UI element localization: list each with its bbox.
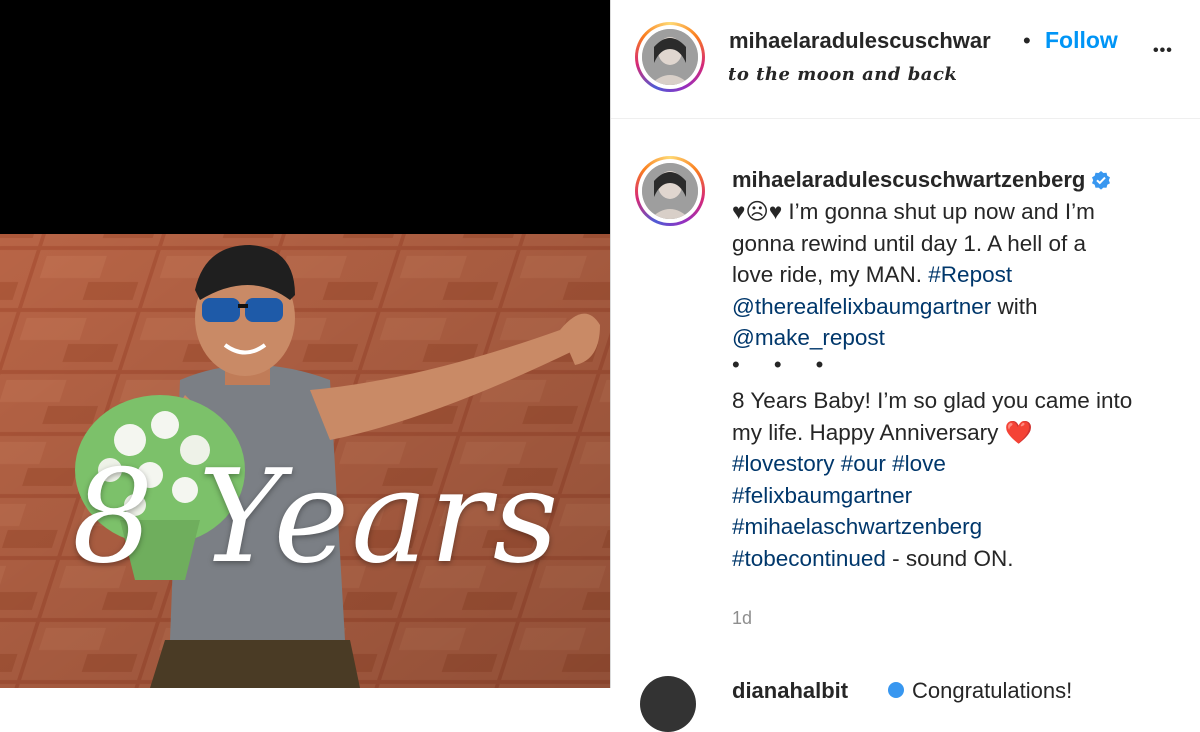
caption-avatar-photo bbox=[642, 163, 698, 219]
hashtags-lovestory-our-love[interactable]: #lovestory #our #love bbox=[732, 451, 946, 476]
caption-avatar[interactable] bbox=[635, 156, 705, 226]
caption-dots: • • • bbox=[732, 351, 838, 377]
caption-text-3: love ride, my MAN. bbox=[732, 262, 929, 287]
caption-text: ♥☹♥ I’m gonna shut up now and I’m gonna … bbox=[732, 196, 1198, 574]
hashtag-tobecontinued[interactable]: #tobecontinued bbox=[732, 546, 886, 571]
caption-username[interactable]: mihaelaradulescuschwartzenberg bbox=[732, 167, 1085, 192]
caption-line-9: #lovestory #our #love bbox=[732, 448, 1198, 480]
author-username[interactable]: mihaelaradulescuschwar bbox=[729, 28, 991, 54]
audio-subtitle[interactable]: to the moon and back bbox=[728, 64, 957, 85]
caption-line-4: @therealfelixbaumgartner with bbox=[732, 291, 1198, 323]
caption-line-7: 8 Years Baby! I’m so glad you came into bbox=[732, 385, 1198, 417]
caption-line-11: #mihaelaschwartzenberg bbox=[732, 511, 1198, 543]
separator-dot: • bbox=[1023, 28, 1031, 53]
caption-line-2: gonna rewind until day 1. A hell of a bbox=[732, 228, 1198, 260]
caption-text-12: - sound ON. bbox=[885, 545, 1014, 571]
caption-text-8: my life. Happy Anniversary bbox=[732, 419, 999, 445]
caption-line-1: ♥☹♥ I’m gonna shut up now and I’m bbox=[732, 196, 1198, 228]
post-timestamp[interactable]: 1d bbox=[732, 608, 752, 629]
mention-therealfelixbaumgartner[interactable]: @therealfelixbaumgartner bbox=[732, 294, 991, 319]
verified-badge-icon bbox=[1092, 171, 1111, 190]
commenter-verified-badge-icon bbox=[888, 682, 904, 698]
more-options-icon[interactable]: ••• bbox=[1153, 42, 1173, 60]
next-comment: dianahalbit Congratulations! bbox=[640, 676, 1200, 732]
hashtag-felixbaumgartner[interactable]: #felixbaumgartner bbox=[732, 483, 912, 508]
caption-line-8: my life. Happy Anniversary ❤️ bbox=[732, 417, 1198, 449]
commenter-username[interactable]: dianahalbit bbox=[732, 678, 848, 704]
post-overlay-text: 8 Years bbox=[72, 443, 561, 592]
caption-header: mihaelaradulescuschwartzenberg bbox=[732, 167, 1111, 193]
hashtag-mihaelaschwartzenberg[interactable]: #mihaelaschwartzenberg bbox=[732, 514, 982, 539]
hashtag-repost[interactable]: #Repost bbox=[928, 262, 1012, 287]
heart-emoji-icon: ❤️ bbox=[1004, 419, 1033, 445]
caption-line-12: #tobecontinued - sound ON. bbox=[732, 543, 1198, 575]
caption-line-3: love ride, my MAN. #Repost bbox=[732, 259, 1198, 291]
comment-text: Congratulations! bbox=[912, 678, 1073, 703]
caption-text-2: gonna rewind until day 1. A hell of a bbox=[732, 230, 1087, 256]
post-header: mihaelaradulescuschwar • Follow ••• to t… bbox=[611, 0, 1200, 119]
follow-button[interactable]: Follow bbox=[1045, 27, 1118, 54]
caption-text-4: with bbox=[991, 293, 1038, 319]
caption-text-1: ♥☹♥ I’m gonna shut up now and I’m bbox=[732, 199, 1095, 224]
commenter-avatar[interactable] bbox=[640, 676, 696, 732]
caption-text-7: 8 Years Baby! I’m so glad you came into bbox=[732, 388, 1133, 413]
mention-make-repost[interactable]: @make_repost bbox=[732, 325, 885, 350]
avatar-photo bbox=[642, 29, 698, 85]
post-image[interactable]: 8 Years bbox=[0, 0, 610, 688]
author-avatar[interactable] bbox=[635, 22, 705, 92]
caption-line-10: #felixbaumgartner bbox=[732, 480, 1198, 512]
caption-line-5: @make_repost bbox=[732, 322, 1198, 354]
